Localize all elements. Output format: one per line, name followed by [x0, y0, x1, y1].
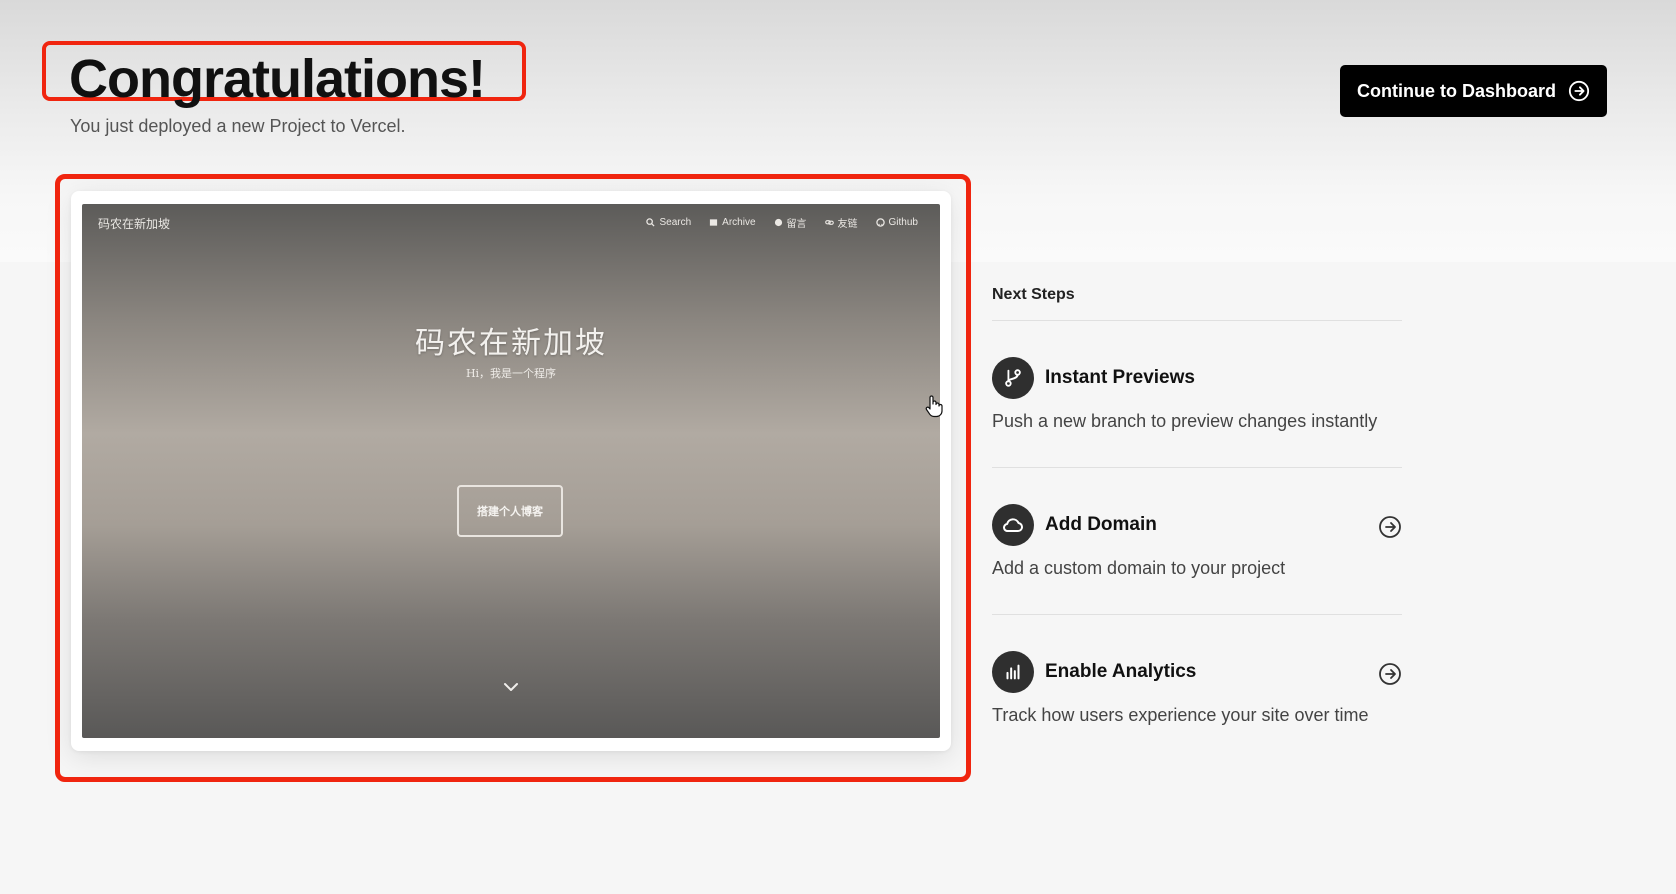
arrow-right-circle-icon [1568, 80, 1590, 102]
step-description: Add a custom domain to your project [992, 558, 1286, 578]
page-subtitle: You just deployed a new Project to Verce… [70, 116, 406, 136]
bar-chart-icon [992, 651, 1034, 693]
next-steps-panel: Next Steps Instant Previews Push a new b… [992, 286, 1402, 761]
dashboard-button-label: Continue to Dashboard [1357, 80, 1556, 101]
step-title: Enable Analytics [1045, 661, 1197, 682]
next-step-instant-previews[interactable]: Instant Previews Push a new branch to pr… [992, 321, 1402, 467]
step-title: Instant Previews [1045, 367, 1195, 388]
step-description: Track how users experience your site ove… [992, 705, 1369, 725]
step-title: Add Domain [1045, 514, 1157, 535]
git-branch-icon [992, 357, 1034, 399]
arrow-right-circle-icon[interactable] [1378, 515, 1402, 539]
step-description: Push a new branch to preview changes ins… [992, 411, 1378, 431]
arrow-right-circle-icon[interactable] [1378, 662, 1402, 686]
preview-highlight-box [55, 174, 971, 782]
next-step-add-domain[interactable]: Add Domain Add a custom domain to your p… [992, 468, 1402, 614]
hand-cursor-icon [925, 395, 943, 418]
next-step-enable-analytics[interactable]: Enable Analytics Track how users experie… [992, 615, 1402, 761]
page-title: Congratulations! [69, 49, 486, 109]
cloud-icon [992, 504, 1034, 546]
next-steps-title: Next Steps [992, 286, 1075, 303]
continue-to-dashboard-button[interactable]: Continue to Dashboard [1340, 65, 1607, 117]
